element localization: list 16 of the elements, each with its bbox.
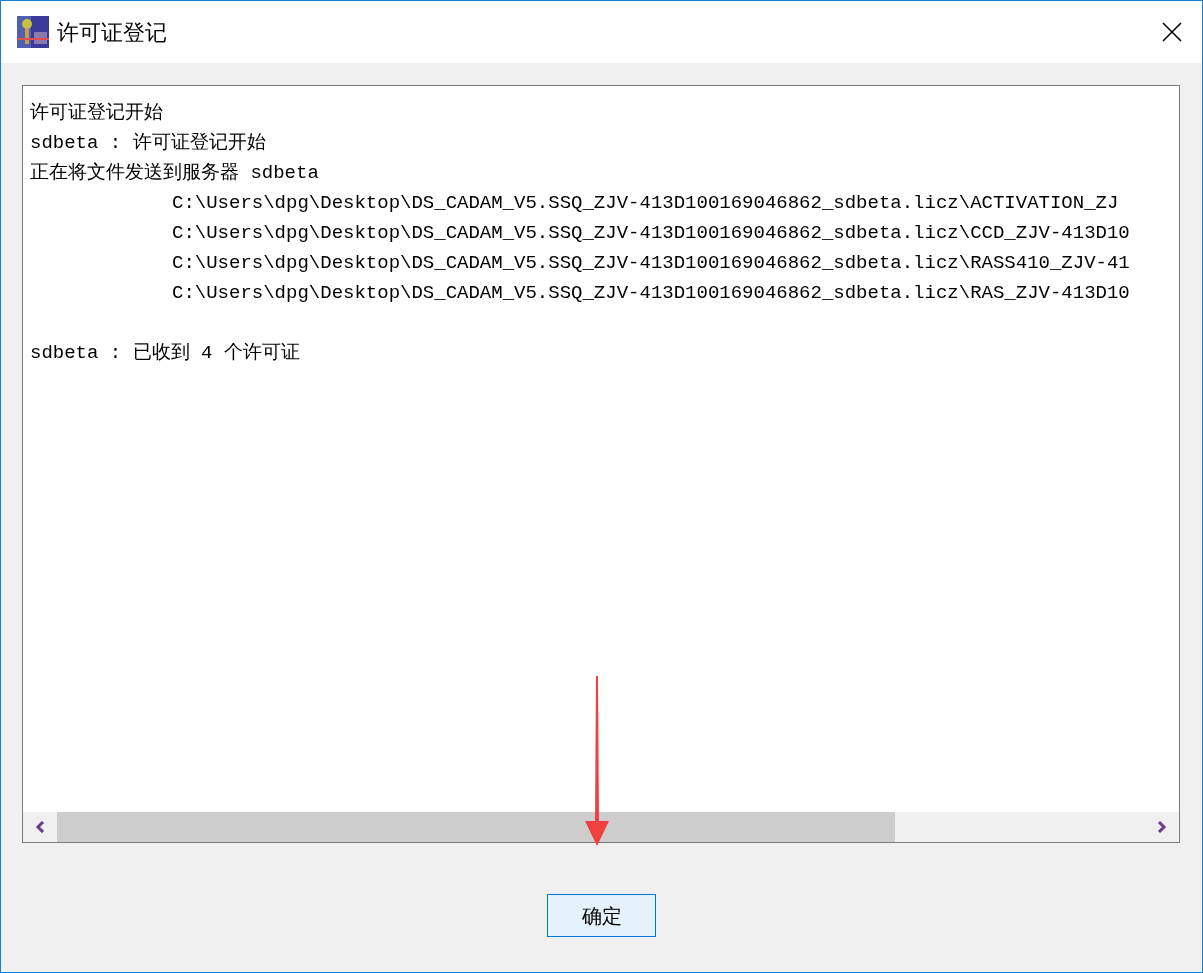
- close-icon: [1162, 22, 1182, 42]
- log-line: 许可证登记开始: [30, 101, 163, 126]
- file-path-line: C:\Users\dpg\Desktop\DS_CADAM_V5.SSQ_ZJV-413D100169046862_sdbeta.licz\RASS410_ZJV-41: [172, 251, 1130, 276]
- app-icon: [17, 16, 49, 48]
- file-path-line: C:\Users\dpg\Desktop\DS_CADAM_V5.SSQ_ZJV-413D100169046862_sdbeta.licz\CCD_ZJV-413D10: [172, 221, 1130, 246]
- file-path-line: C:\Users\dpg\Desktop\DS_CADAM_V5.SSQ_ZJV-413D100169046862_sdbeta.licz\ACTIVATION_ZJ: [172, 191, 1119, 216]
- ok-button[interactable]: 确定: [547, 894, 656, 937]
- window-title: 许可证登记: [57, 18, 167, 47]
- file-path-line: C:\Users\dpg\Desktop\DS_CADAM_V5.SSQ_ZJV-413D100169046862_sdbeta.licz\RAS_ZJV-413D10: [172, 281, 1130, 306]
- scroll-right-icon[interactable]: [1157, 821, 1167, 833]
- scroll-thumb[interactable]: [57, 812, 895, 842]
- log-line: sdbeta : 已收到 4 个许可证: [30, 341, 300, 366]
- horizontal-scrollbar[interactable]: [23, 812, 1179, 842]
- log-line: sdbeta : 许可证登记开始: [30, 131, 266, 156]
- log-line: 正在将文件发送到服务器 sdbeta: [30, 161, 319, 186]
- scroll-left-icon[interactable]: [35, 821, 45, 833]
